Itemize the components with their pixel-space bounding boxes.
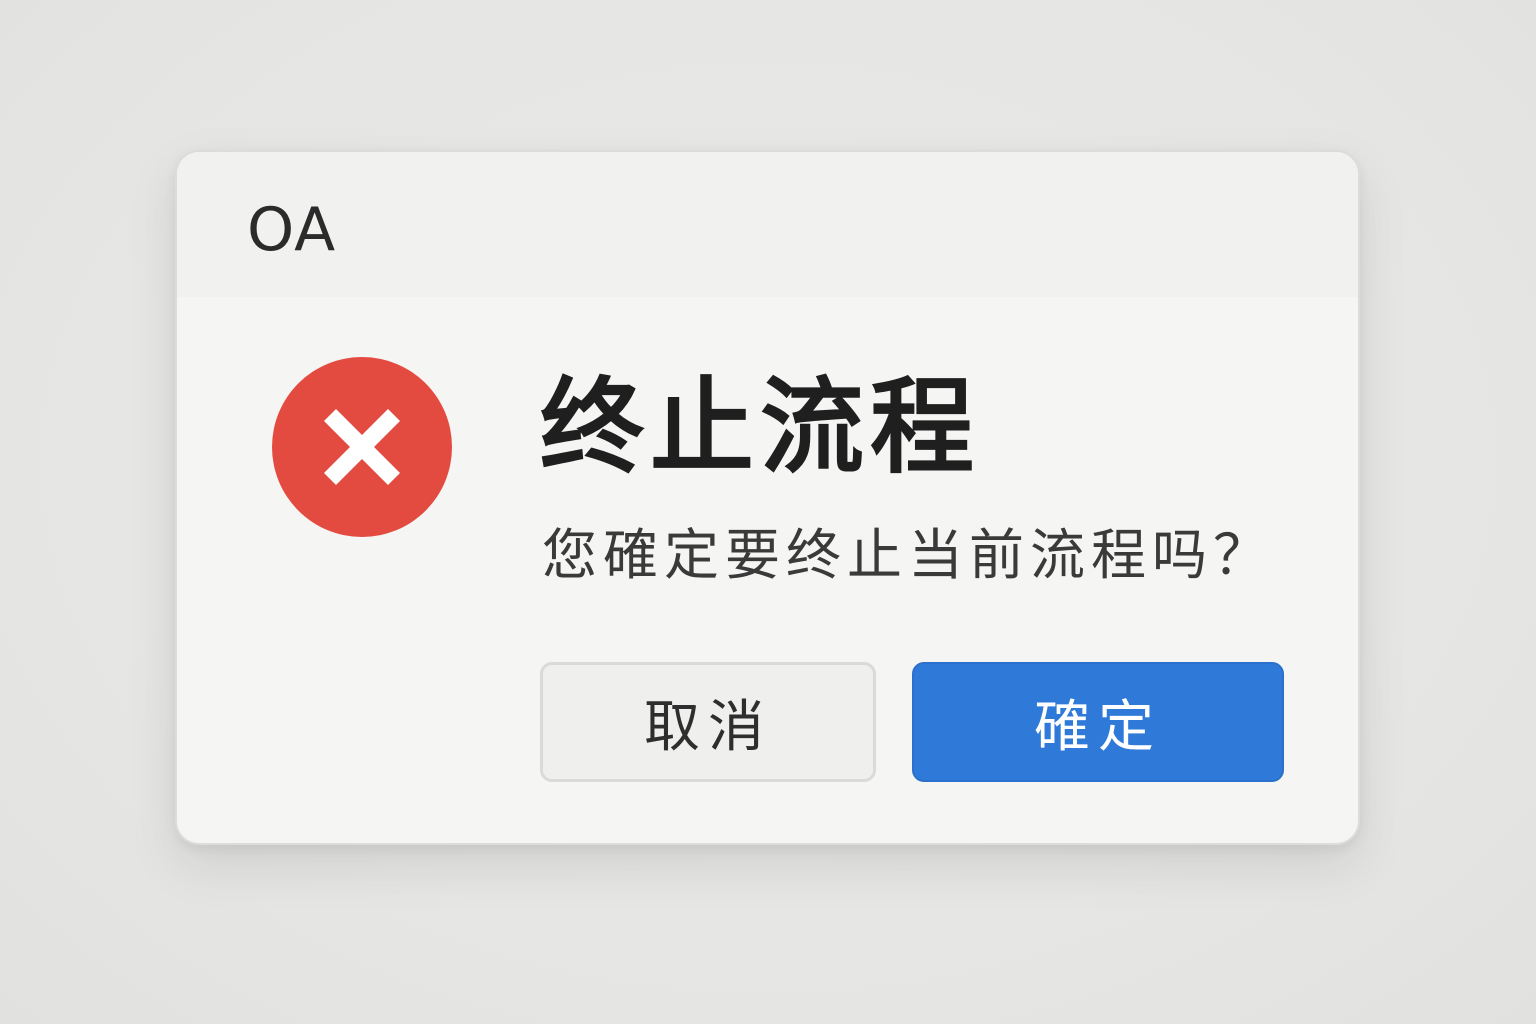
desktop-background: OA 终止流程 您確定要终止当前流程吗？ 取消 確定 bbox=[0, 0, 1536, 1024]
confirm-button[interactable]: 確定 bbox=[912, 662, 1284, 782]
x-mark-icon bbox=[323, 408, 401, 486]
confirm-dialog: OA 终止流程 您確定要终止当前流程吗？ 取消 確定 bbox=[175, 150, 1360, 845]
dialog-window-title: OA bbox=[247, 195, 337, 265]
dialog-message: 您確定要终止当前流程吗？ bbox=[542, 523, 1275, 587]
cancel-button[interactable]: 取消 bbox=[540, 662, 876, 782]
dialog-titlebar: OA bbox=[177, 152, 1358, 297]
error-x-circle-icon bbox=[272, 357, 452, 537]
dialog-heading: 终止流程 bbox=[540, 366, 981, 488]
